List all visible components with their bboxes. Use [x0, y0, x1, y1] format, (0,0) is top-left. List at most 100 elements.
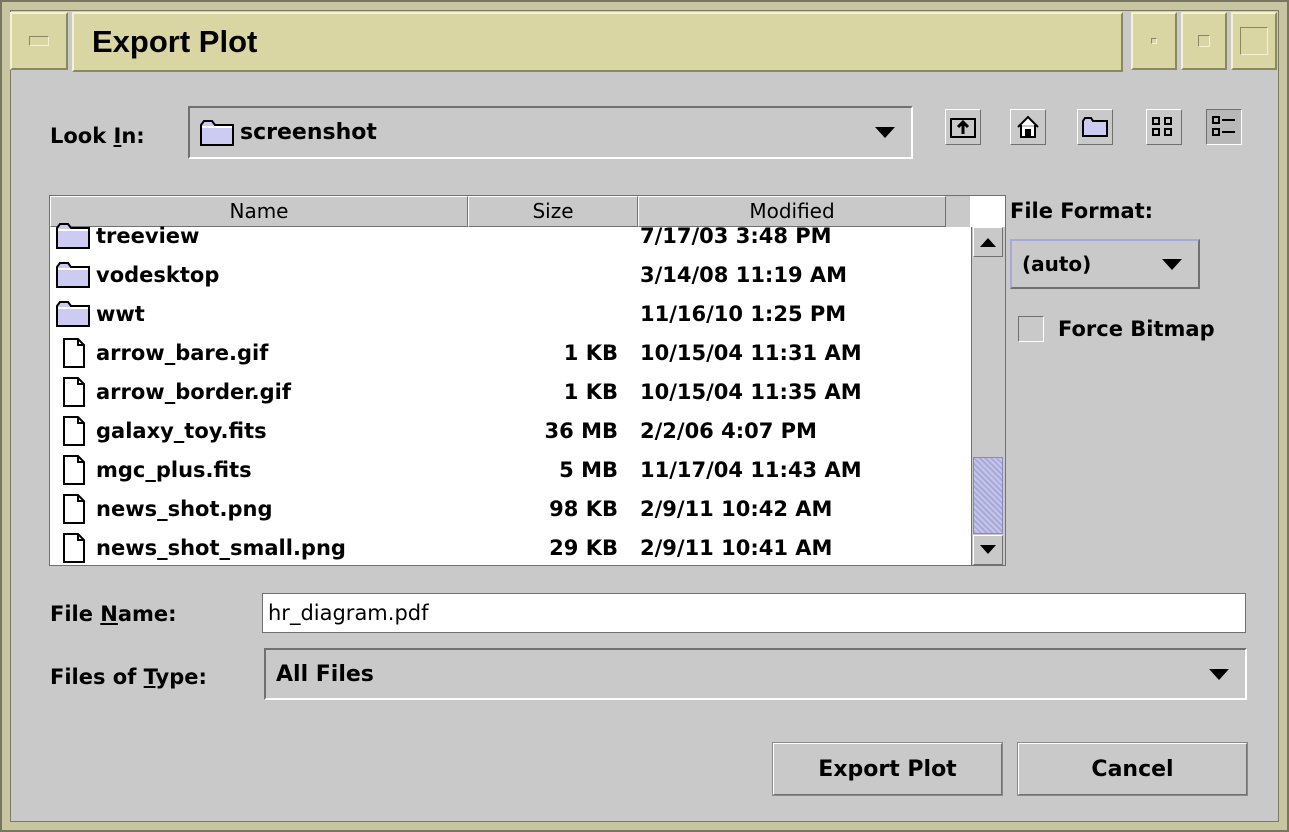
cell-name: news_shot_small.png	[50, 532, 470, 563]
vertical-scrollbar[interactable]	[971, 227, 1005, 565]
cell-name: mgc_plus.fits	[50, 454, 470, 485]
file-name-label-post: ame:	[117, 602, 177, 626]
window-menu-button[interactable]	[10, 12, 68, 70]
cell-name: news_shot.png	[50, 493, 470, 524]
table-row[interactable]: vodesktop 3/14/08 11:19 AM	[50, 255, 970, 294]
table-row[interactable]: arrow_border.gif 1 KB 10/15/04 11:35 AM	[50, 372, 970, 411]
file-icon	[63, 532, 85, 563]
file-icon	[63, 454, 85, 485]
file-name-field[interactable]: hr_diagram.pdf	[262, 593, 1246, 633]
file-name: mgc_plus.fits	[96, 457, 252, 482]
cell-modified: 2/2/06 4:07 PM	[640, 418, 817, 443]
cell-size: 29 KB	[549, 535, 618, 560]
cell-modified: 11/17/04 11:43 AM	[640, 457, 862, 482]
file-name: arrow_bare.gif	[96, 340, 269, 365]
list-view-icon	[1152, 117, 1172, 136]
arrow-down-icon	[980, 545, 996, 554]
files-of-type-dropdown[interactable]: All Files	[264, 648, 1247, 700]
cell-modified: 11/16/10 1:25 PM	[640, 301, 847, 326]
file-rows: treeview 7/17/03 3:48 PM vodesktop 3/14/08 …	[50, 216, 970, 565]
file-name: vodesktop	[96, 262, 220, 287]
scroll-up-button[interactable]	[973, 227, 1003, 257]
look-in-dropdown[interactable]: screenshot	[188, 106, 913, 159]
table-row[interactable]: news_shot_small.png 29 KB 2/9/11 10:41 AM	[50, 528, 970, 565]
cell-size: 36 MB	[544, 418, 618, 443]
cell-size: 98 KB	[549, 496, 618, 521]
file-name: wwt	[96, 301, 145, 326]
file-name: arrow_border.gif	[96, 379, 292, 404]
file-name: news_shot.png	[96, 496, 273, 521]
table-row[interactable]: treeview 7/17/03 3:48 PM	[50, 216, 970, 255]
close-button[interactable]	[1231, 12, 1277, 70]
title-bar: Export Plot	[10, 12, 1277, 72]
file-name-label: File Name:	[50, 602, 177, 626]
files-of-type-label-key: T	[143, 665, 156, 689]
home-icon	[1017, 115, 1039, 138]
minimize-icon	[1151, 38, 1157, 44]
new-folder-button[interactable]	[1077, 109, 1113, 145]
window-title: Export Plot	[72, 12, 1123, 72]
cell-name: arrow_bare.gif	[50, 337, 470, 368]
chevron-down-icon	[1162, 258, 1182, 270]
folder-icon	[200, 119, 234, 146]
cell-modified: 2/9/11 10:41 AM	[640, 535, 833, 560]
folder-icon	[56, 222, 90, 249]
list-view-button[interactable]	[1146, 109, 1182, 145]
look-in-label-pre: Look	[50, 124, 114, 148]
files-of-type-value: All Files	[276, 661, 374, 687]
table-row[interactable]: galaxy_toy.fits 36 MB 2/2/06 4:07 PM	[50, 411, 970, 450]
table-row[interactable]: mgc_plus.fits 5 MB 11/17/04 11:43 AM	[50, 450, 970, 489]
close-icon	[1240, 27, 1268, 55]
folder-icon	[56, 300, 90, 327]
chevron-down-icon	[875, 127, 895, 138]
file-icon	[63, 415, 85, 446]
cell-modified: 10/15/04 11:35 AM	[640, 379, 862, 404]
file-icon	[63, 376, 85, 407]
table-row[interactable]: wwt 11/16/10 1:25 PM	[50, 294, 970, 333]
cell-modified: 10/15/04 11:31 AM	[640, 340, 862, 365]
maximize-button[interactable]	[1181, 12, 1227, 70]
minimize-button[interactable]	[1131, 12, 1177, 70]
files-of-type-label-pre: Files of	[50, 665, 144, 689]
file-name-label-pre: File	[50, 602, 101, 626]
folder-icon	[56, 261, 90, 288]
table-row[interactable]: arrow_bare.gif 1 KB 10/15/04 11:31 AM	[50, 333, 970, 372]
cell-name: treeview	[50, 222, 470, 249]
cell-name: wwt	[50, 300, 470, 327]
force-bitmap-checkbox[interactable]	[1018, 316, 1044, 342]
details-view-button[interactable]	[1206, 109, 1242, 145]
window-menu-icon	[29, 36, 49, 46]
look-in-label: Look In:	[50, 124, 145, 148]
look-in-value: screenshot	[240, 120, 377, 145]
home-button[interactable]	[1010, 109, 1046, 145]
up-folder-button[interactable]	[945, 109, 981, 145]
export-plot-button[interactable]: Export Plot	[772, 742, 1003, 796]
file-icon	[63, 493, 85, 524]
file-format-dropdown[interactable]: (auto)	[1010, 239, 1200, 289]
scroll-down-button[interactable]	[973, 535, 1003, 565]
files-of-type-label-post: ype:	[155, 665, 207, 689]
new-folder-icon	[1082, 117, 1108, 137]
cell-size: 1 KB	[563, 340, 618, 365]
cell-modified: 3/14/08 11:19 AM	[640, 262, 848, 287]
cell-modified: 7/17/03 3:48 PM	[640, 223, 832, 248]
file-format-value: (auto)	[1022, 252, 1092, 276]
details-view-icon	[1212, 116, 1235, 136]
file-icon	[63, 337, 85, 368]
file-list[interactable]: Name Size Modified treeview 7/17/03 3:48 …	[49, 195, 1006, 566]
file-name: galaxy_toy.fits	[96, 418, 267, 443]
cancel-button[interactable]: Cancel	[1017, 742, 1248, 796]
cell-name: vodesktop	[50, 261, 470, 288]
chevron-down-icon	[1209, 668, 1229, 680]
up-folder-icon	[950, 118, 976, 138]
cell-name: arrow_border.gif	[50, 376, 470, 407]
cell-modified: 2/9/11 10:42 AM	[640, 496, 833, 521]
scroll-thumb[interactable]	[973, 457, 1003, 534]
file-name: treeview	[96, 223, 200, 248]
arrow-up-icon	[980, 238, 996, 247]
table-row[interactable]: news_shot.png 98 KB 2/9/11 10:42 AM	[50, 489, 970, 528]
maximize-icon	[1198, 35, 1210, 47]
look-in-label-post: n:	[121, 124, 145, 148]
file-name-label-key: N	[100, 602, 118, 626]
files-of-type-label: Files of Type:	[50, 665, 207, 689]
